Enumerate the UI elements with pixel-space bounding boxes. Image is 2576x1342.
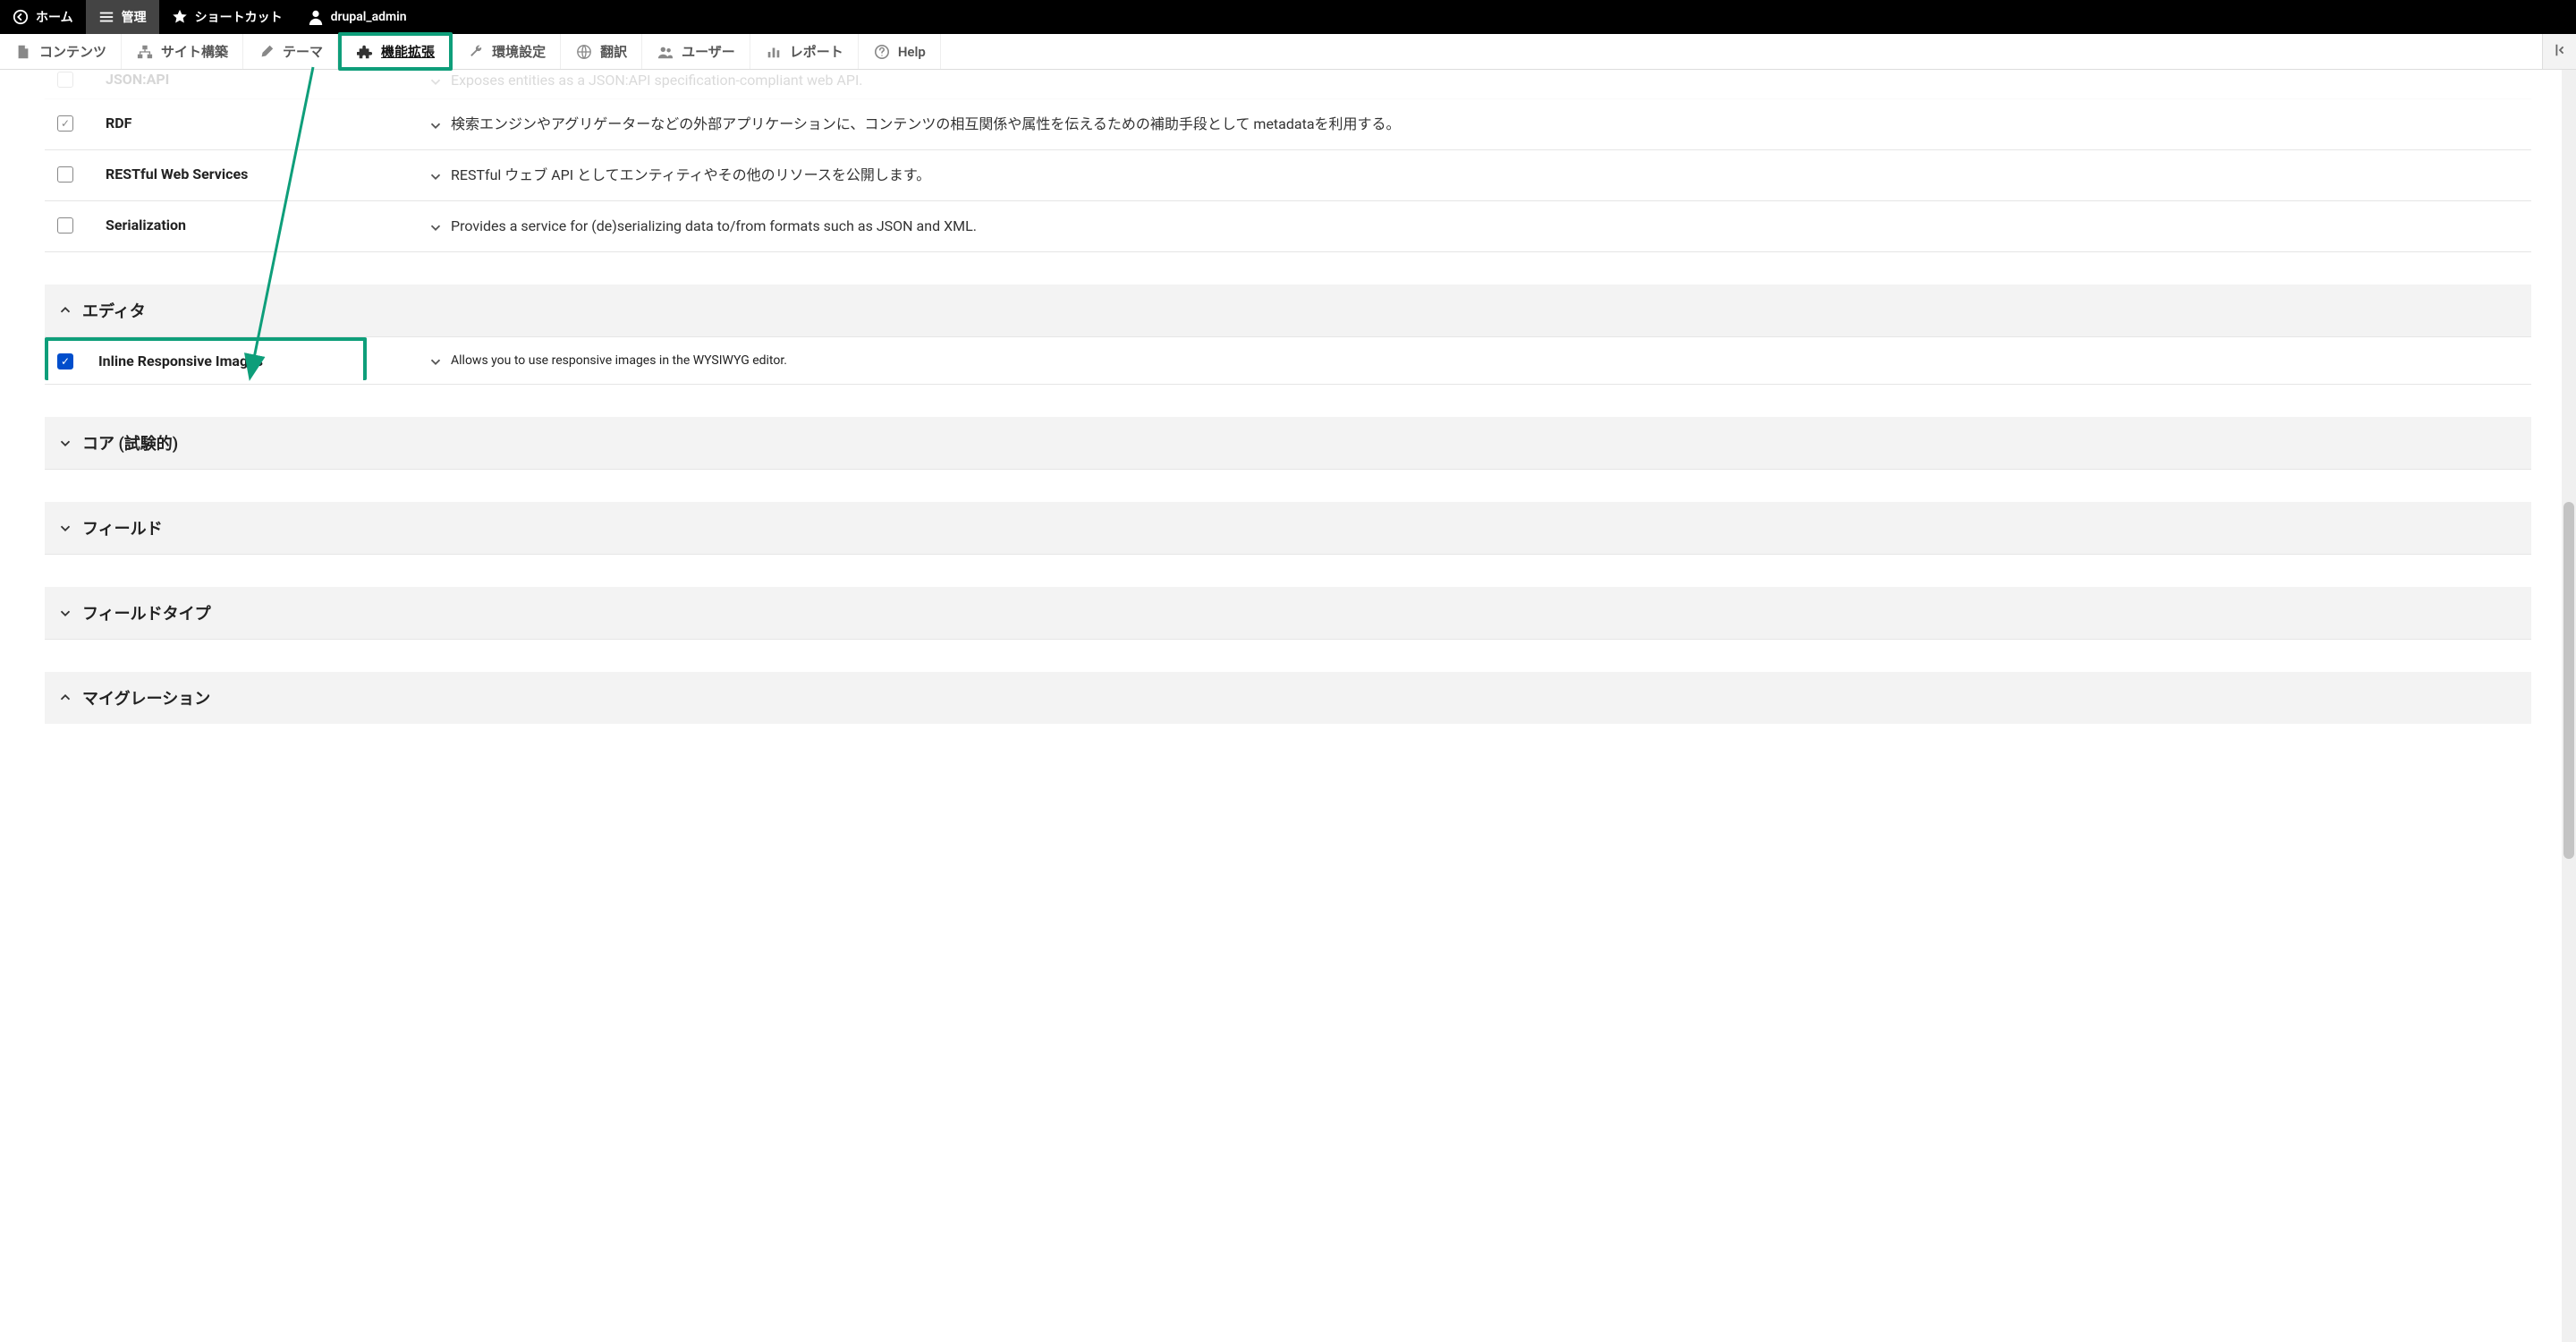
module-row-inline-responsive-images-full: Allows you to use responsive images in t…	[45, 339, 2531, 385]
checkbox[interactable]	[57, 166, 73, 183]
chevron-down-icon	[57, 520, 73, 536]
wrench-icon	[467, 43, 485, 61]
module-desc: 検索エンジンやアグリゲーターなどの外部アプリケーションに、コンテンツの相互関係や…	[451, 114, 1401, 135]
toolbar-shortcuts-label: ショートカット	[195, 8, 283, 26]
admin-menu-content-label: コンテンツ	[39, 42, 106, 61]
globe-icon	[575, 43, 593, 61]
chevron-down-icon[interactable]	[428, 168, 444, 184]
admin-menu-config-label: 環境設定	[492, 42, 546, 61]
hamburger-icon	[98, 9, 114, 25]
checkbox[interactable]	[57, 72, 73, 88]
toolbar-manage-label: 管理	[122, 8, 147, 26]
question-icon	[873, 43, 891, 61]
module-row-jsonapi: JSON:API Exposes entities as a JSON:API …	[45, 70, 2531, 99]
chevron-down-icon	[57, 435, 73, 451]
chevron-down-icon[interactable]	[428, 219, 444, 235]
group-header-editor[interactable]: エディタ	[45, 285, 2531, 337]
hierarchy-icon	[136, 43, 154, 61]
group-title: コア (試験的)	[82, 431, 178, 454]
group-header-migration[interactable]: マイグレーション	[45, 672, 2531, 724]
group-header-core-experimental[interactable]: コア (試験的)	[45, 417, 2531, 470]
admin-menu-people[interactable]: ユーザー	[642, 34, 750, 69]
module-desc: Exposes entities as a JSON:API specifica…	[451, 70, 863, 91]
puzzle-icon	[356, 43, 374, 61]
admin-menu-reports[interactable]: レポート	[750, 34, 859, 69]
module-name: RESTful Web Services	[106, 165, 428, 183]
chevron-up-icon	[57, 302, 73, 319]
admin-menu: コンテンツ サイト構築 テーマ 機能拡張 環境設定 翻訳 ユーザー レポート H…	[0, 34, 2576, 70]
toolbar-home-label: ホーム	[36, 8, 73, 26]
module-name: Serialization	[106, 216, 428, 234]
group-title: フィールドタイプ	[82, 601, 211, 624]
chevron-down-icon[interactable]	[428, 353, 444, 369]
group-title: フィールド	[82, 516, 163, 539]
star-icon	[172, 9, 188, 25]
admin-menu-collapse[interactable]	[2542, 34, 2576, 69]
toolbar-top: ホーム 管理 ショートカット drupal_admin	[0, 0, 2576, 34]
module-row-serialization: Serialization Provides a service for (de…	[45, 201, 2531, 252]
chevron-down-icon[interactable]	[428, 117, 444, 133]
toolbar-shortcuts[interactable]: ショートカット	[159, 0, 295, 34]
admin-menu-extend-label: 機能拡張	[381, 42, 435, 61]
group-title: エディタ	[82, 299, 146, 322]
admin-menu-appearance-label: テーマ	[283, 42, 323, 61]
admin-menu-help-label: Help	[898, 44, 926, 60]
back-arrow-icon	[13, 9, 29, 25]
admin-menu-structure[interactable]: サイト構築	[122, 34, 243, 69]
admin-menu-config[interactable]: 環境設定	[453, 34, 561, 69]
admin-menu-structure-label: サイト構築	[161, 42, 228, 61]
toolbar-home[interactable]: ホーム	[0, 0, 86, 34]
user-icon	[308, 9, 324, 25]
toolbar-user[interactable]: drupal_admin	[295, 0, 419, 34]
admin-menu-appearance[interactable]: テーマ	[243, 34, 338, 69]
chevron-down-icon	[57, 605, 73, 621]
paintbrush-icon	[258, 43, 275, 61]
scrollbar-thumb[interactable]	[2563, 502, 2574, 858]
people-icon	[657, 43, 674, 61]
collapse-icon	[2552, 42, 2568, 62]
admin-menu-translate[interactable]: 翻訳	[561, 34, 642, 69]
toolbar-user-label: drupal_admin	[331, 10, 407, 24]
scrollbar[interactable]	[2562, 70, 2576, 1342]
module-desc: Provides a service for (de)serializing d…	[451, 216, 977, 237]
module-name: RDF	[106, 114, 428, 132]
admin-menu-people-label: ユーザー	[682, 42, 735, 61]
chevron-up-icon	[57, 690, 73, 706]
admin-menu-translate-label: 翻訳	[600, 42, 627, 61]
group-header-field-type[interactable]: フィールドタイプ	[45, 587, 2531, 640]
checkbox[interactable]	[57, 217, 73, 234]
checkbox[interactable]: ✓	[57, 115, 73, 132]
admin-menu-help[interactable]: Help	[859, 34, 941, 69]
admin-menu-content[interactable]: コンテンツ	[0, 34, 122, 69]
chevron-down-icon[interactable]	[428, 73, 444, 89]
admin-menu-extend[interactable]: 機能拡張	[338, 32, 453, 71]
admin-menu-reports-label: レポート	[790, 42, 843, 61]
group-header-field[interactable]: フィールド	[45, 502, 2531, 555]
group-title: マイグレーション	[82, 686, 210, 709]
module-row-restful: RESTful Web Services RESTful ウェブ API として…	[45, 150, 2531, 201]
module-name: JSON:API	[106, 70, 428, 88]
toolbar-manage[interactable]: 管理	[86, 0, 159, 34]
module-desc: RESTful ウェブ API としてエンティティやその他のリソースを公開します…	[451, 165, 930, 186]
module-row-rdf: ✓ RDF 検索エンジンやアグリゲーターなどの外部アプリケーションに、コンテンツ…	[45, 99, 2531, 150]
file-icon	[14, 43, 32, 61]
content-area: JSON:API Exposes entities as a JSON:API …	[0, 70, 2576, 777]
bar-chart-icon	[765, 43, 783, 61]
module-desc: Allows you to use responsive images in t…	[451, 353, 787, 369]
